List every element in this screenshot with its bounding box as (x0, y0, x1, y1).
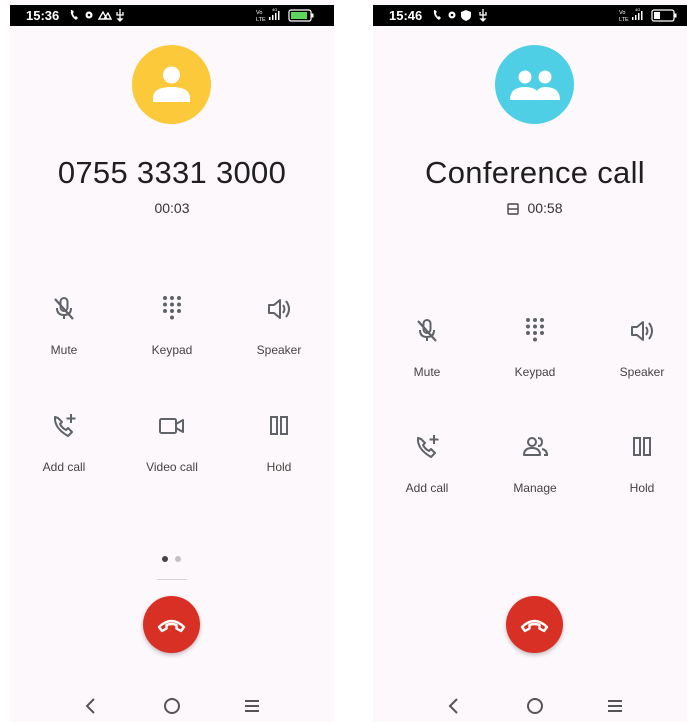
caller-number: 0755 3331 3000 (57, 155, 287, 190)
signal-battery-icons: Vo LTE 4G (256, 7, 314, 23)
mute-label: Mute (50, 343, 78, 357)
pause-icon (633, 437, 651, 456)
navigation-bar (373, 692, 687, 720)
manage-button[interactable]: Manage (485, 433, 585, 513)
pause-icon (270, 416, 288, 435)
mute-button[interactable]: Mute (14, 295, 114, 375)
mic-off-icon (417, 319, 437, 342)
svg-text:LTE: LTE (619, 17, 629, 23)
conference-avatar (495, 45, 574, 124)
add-call-button[interactable]: Add call (377, 433, 477, 513)
mic-off-icon (54, 297, 74, 320)
navigation-bar (10, 692, 334, 720)
status-time: 15:46 (389, 8, 423, 23)
svg-text:LTE: LTE (256, 17, 266, 23)
speaker-label: Speaker (256, 343, 302, 357)
recents-button[interactable] (240, 694, 264, 718)
status-bar: 15:36 Vo LTE 4G (10, 5, 334, 26)
add-call-icon (416, 435, 439, 458)
call-title: Conference call (425, 155, 645, 190)
group-icon (510, 70, 560, 100)
speaker-button[interactable]: Speaker (229, 295, 329, 375)
speaker-label: Speaker (619, 365, 665, 379)
manage-label: Manage (513, 481, 557, 495)
status-time: 15:36 (26, 8, 60, 23)
recents-button[interactable] (603, 694, 627, 718)
status-bar: 15:46 Vo LTE 4G (373, 5, 687, 26)
call-timer: 00:58 (527, 200, 563, 216)
keypad-label: Keypad (151, 343, 193, 357)
add-call-label: Add call (42, 460, 86, 474)
keypad-button[interactable]: Keypad (122, 295, 222, 375)
add-call-button[interactable]: Add call (14, 412, 114, 492)
back-icon (85, 698, 95, 714)
page-dot (175, 556, 181, 562)
dialpad-icon (526, 318, 544, 342)
keypad-button[interactable]: Keypad (485, 317, 585, 397)
back-button[interactable] (80, 694, 104, 718)
svg-text:4G: 4G (272, 7, 277, 12)
svg-text:Vo: Vo (256, 10, 262, 16)
call-timer-row: 00:58 (373, 200, 687, 216)
hold-button[interactable]: Hold (592, 433, 687, 513)
video-call-icon (159, 418, 184, 434)
home-icon (164, 698, 180, 714)
mute-button[interactable]: Mute (377, 317, 477, 397)
home-icon (527, 698, 543, 714)
speaker-icon (631, 321, 653, 341)
dialpad-icon (163, 296, 181, 320)
hold-button[interactable]: Hold (229, 412, 329, 492)
hold-label: Hold (266, 460, 292, 474)
phone-screen-conference-call: 15:46 Vo LTE 4G Conference call 00:58 Mu… (373, 0, 687, 722)
end-call-button[interactable] (143, 596, 200, 653)
caller-avatar (132, 45, 211, 124)
call-end-icon (157, 619, 186, 633)
video-call-button[interactable]: Video call (122, 412, 222, 492)
page-dot-active (162, 556, 168, 562)
keypad-label: Keypad (514, 365, 556, 379)
person-icon (153, 66, 190, 102)
svg-text:Vo: Vo (619, 10, 625, 16)
menu-icon (245, 700, 259, 712)
speaker-button[interactable]: Speaker (592, 317, 687, 397)
back-icon (448, 698, 458, 714)
page-indicator (160, 556, 190, 564)
video-call-label: Video call (146, 460, 198, 474)
sim-card-icon (507, 203, 520, 215)
back-button[interactable] (443, 694, 467, 718)
hold-label: Hold (629, 481, 655, 495)
menu-icon (608, 700, 622, 712)
notification-icons (70, 9, 124, 22)
add-call-icon (53, 414, 76, 437)
manage-people-icon (523, 437, 549, 456)
svg-text:4G: 4G (635, 7, 640, 12)
notification-icons (433, 9, 487, 22)
add-call-label: Add call (405, 481, 449, 495)
divider (157, 579, 187, 580)
signal-battery-icons: Vo LTE 4G (619, 7, 677, 23)
end-call-button[interactable] (506, 596, 563, 653)
phone-screen-single-call: 15:36 Vo LTE 4G 0755 3331 3000 00:03 Mut… (10, 0, 334, 722)
speaker-icon (268, 299, 290, 319)
home-button[interactable] (523, 694, 547, 718)
call-end-icon (520, 619, 549, 633)
home-button[interactable] (160, 694, 184, 718)
call-timer: 00:03 (154, 200, 190, 216)
mute-label: Mute (413, 365, 441, 379)
